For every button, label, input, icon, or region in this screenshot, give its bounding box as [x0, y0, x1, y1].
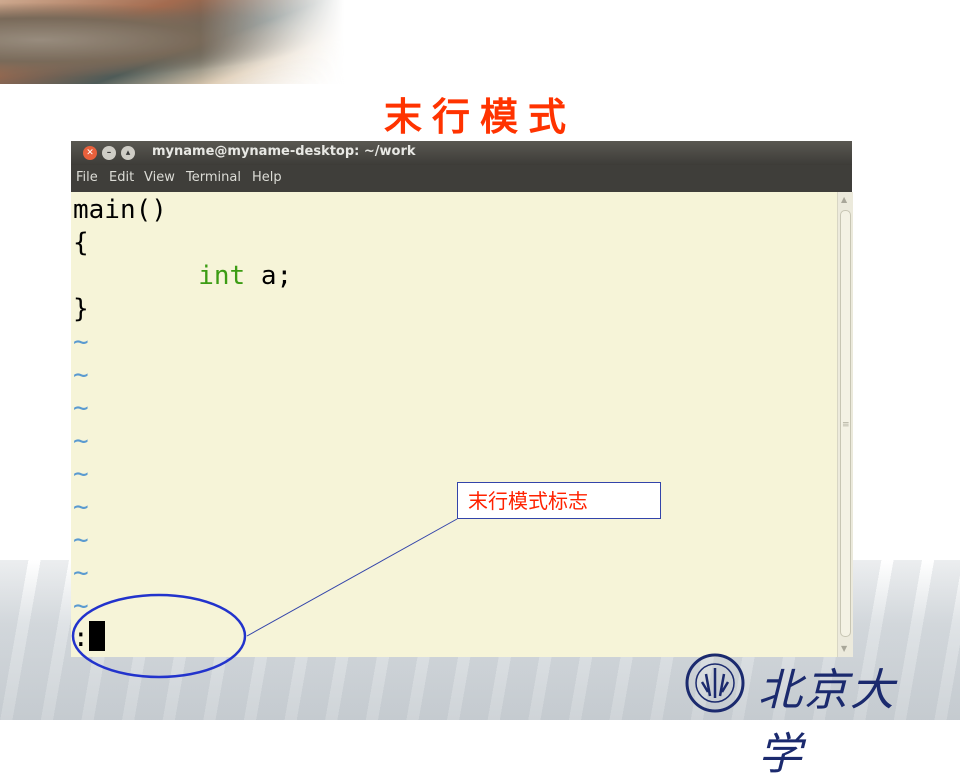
university-name: 北京大学 [758, 665, 896, 780]
highlight-ellipse [71, 593, 247, 679]
university-seal-icon [685, 653, 745, 713]
annotation-callout: 末行模式标志 [457, 482, 661, 519]
university-logo: 北京大学 [684, 652, 934, 780]
annotation-overlay [71, 518, 458, 679]
callout-connector-line [246, 518, 458, 637]
